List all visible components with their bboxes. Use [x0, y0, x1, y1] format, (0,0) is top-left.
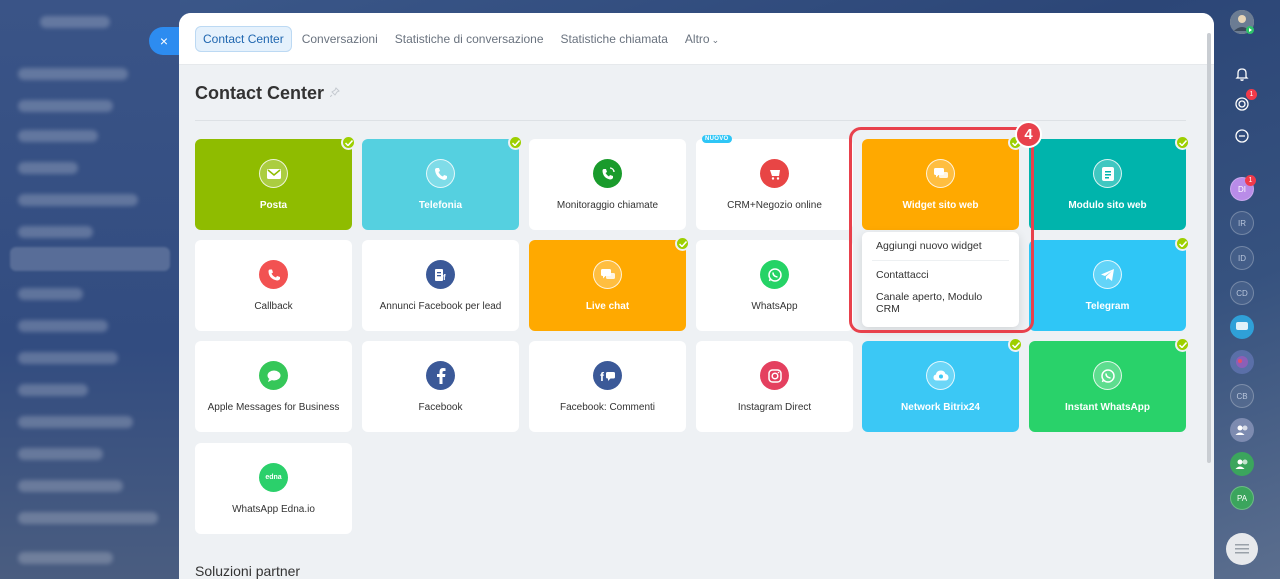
- tile-annunci-facebook-lead[interactable]: f Annunci Facebook per lead: [362, 240, 519, 331]
- tile-facebook-commenti[interactable]: f Facebook: Commenti: [529, 341, 686, 432]
- whatsapp-icon: [1093, 361, 1122, 390]
- check-icon: [341, 135, 356, 150]
- tile-live-chat[interactable]: Live chat: [529, 236, 690, 331]
- facebook-icon: [426, 361, 455, 390]
- title-divider: [195, 120, 1186, 121]
- tile-apple-messages[interactable]: Apple Messages for Business: [195, 341, 352, 432]
- tile-facebook[interactable]: Facebook: [362, 341, 519, 432]
- facebook-lead-icon: f: [426, 260, 455, 289]
- svg-text:f: f: [600, 370, 605, 382]
- check-icon: [1175, 236, 1190, 251]
- tile-whatsapp[interactable]: WhatsApp: [696, 240, 853, 331]
- widget-dropdown-menu: Aggiungi nuovo widget Contattacci Canale…: [862, 232, 1019, 327]
- chat-group-avatar[interactable]: [1230, 315, 1254, 339]
- apple-messages-icon: [259, 361, 288, 390]
- new-badge: NUOVO: [702, 135, 732, 143]
- tile-widget-sito-web[interactable]: Widget sito web: [862, 135, 1023, 230]
- avatar-di[interactable]: DI 1: [1230, 175, 1256, 201]
- avatar-pa[interactable]: PA: [1230, 486, 1254, 510]
- tile-posta[interactable]: Posta: [195, 135, 356, 230]
- chevron-down-icon: ⌄: [711, 34, 720, 45]
- tile-modulo-sito-web[interactable]: Modulo sito web: [1029, 135, 1190, 230]
- facebook-comments-icon: f: [593, 361, 622, 390]
- menu-item-contattacci[interactable]: Contattacci: [862, 261, 1019, 289]
- tile-instagram-direct[interactable]: Instagram Direct: [696, 341, 853, 432]
- check-icon: [1175, 337, 1190, 352]
- tab-statistiche-conversazione[interactable]: Statistiche di conversazione: [395, 32, 544, 46]
- check-icon: [1175, 135, 1190, 150]
- live-chat-icon: [593, 260, 622, 289]
- instagram-icon: [760, 361, 789, 390]
- menu-item-aggiungi-nuovo-widget[interactable]: Aggiungi nuovo widget: [862, 232, 1019, 260]
- tile-whatsapp-edna[interactable]: edna WhatsApp Edna.io: [195, 443, 352, 534]
- tile-instant-whatsapp[interactable]: Instant WhatsApp: [1029, 337, 1190, 432]
- activity-icon[interactable]: 1: [1230, 89, 1257, 116]
- tab-contact-center[interactable]: Contact Center: [195, 25, 292, 52]
- menu-item-canale-aperto[interactable]: Canale aperto, Modulo CRM: [862, 289, 1019, 317]
- tile-network-bitrix24[interactable]: Network Bitrix24: [862, 337, 1023, 432]
- partners-section-title: Soluzioni partner: [195, 563, 301, 579]
- tile-monitoraggio-chiamate[interactable]: Monitoraggio chiamate: [529, 139, 686, 230]
- cloud-icon: [926, 361, 955, 390]
- avatar-cd[interactable]: CD: [1230, 281, 1254, 305]
- svg-text:f: f: [443, 273, 446, 282]
- top-tabs: Contact Center Conversazioni Statistiche…: [179, 13, 1214, 65]
- page-title: Contact Center: [195, 83, 340, 104]
- close-slider-button[interactable]: ×: [149, 27, 179, 55]
- step-number-badge: 4: [1015, 121, 1042, 148]
- search-icon[interactable]: [1230, 124, 1254, 148]
- close-icon: ×: [159, 33, 169, 49]
- tab-altro[interactable]: Altro ⌄: [685, 32, 719, 46]
- check-icon: [508, 135, 523, 150]
- tile-crm-negozio-online[interactable]: NUOVO CRM+Negozio online: [696, 135, 853, 230]
- users-group-green-icon[interactable]: [1230, 452, 1254, 476]
- form-icon: [1093, 159, 1122, 188]
- bell-icon[interactable]: [1230, 62, 1254, 86]
- menu-icon[interactable]: [1226, 533, 1258, 565]
- edna-icon: edna: [259, 463, 288, 492]
- phone-icon: [426, 159, 455, 188]
- tile-callback[interactable]: Callback: [195, 240, 352, 331]
- pin-icon[interactable]: [329, 87, 340, 100]
- mail-icon: [259, 159, 288, 188]
- callback-icon: [259, 260, 288, 289]
- whatsapp-icon: [760, 260, 789, 289]
- tile-telegram[interactable]: Telegram: [1029, 236, 1190, 331]
- telegram-icon: [1093, 260, 1122, 289]
- contact-center-panel: Contact Center Conversazioni Statistiche…: [179, 13, 1214, 579]
- chat-icon: [926, 159, 955, 188]
- check-icon: [675, 236, 690, 251]
- tab-statistiche-chiamata[interactable]: Statistiche chiamata: [561, 32, 668, 46]
- left-sidebar: [0, 0, 180, 579]
- users-group-icon[interactable]: [1230, 418, 1254, 442]
- scrollbar[interactable]: [1207, 33, 1211, 463]
- phone-tracker-icon: [593, 159, 622, 188]
- group-avatar[interactable]: [1230, 350, 1254, 374]
- avatar-id[interactable]: ID: [1230, 246, 1254, 270]
- avatar-ir[interactable]: IR: [1230, 211, 1254, 235]
- check-icon: [1008, 337, 1023, 352]
- tile-telefonia[interactable]: Telefonia: [362, 135, 523, 230]
- avatar-counter: 1: [1245, 175, 1256, 186]
- shop-icon: [760, 159, 789, 188]
- avatar-cb[interactable]: CB: [1230, 384, 1254, 408]
- tab-conversazioni[interactable]: Conversazioni: [302, 32, 378, 46]
- notification-counter: 1: [1246, 89, 1257, 100]
- user-avatar[interactable]: [1230, 10, 1254, 34]
